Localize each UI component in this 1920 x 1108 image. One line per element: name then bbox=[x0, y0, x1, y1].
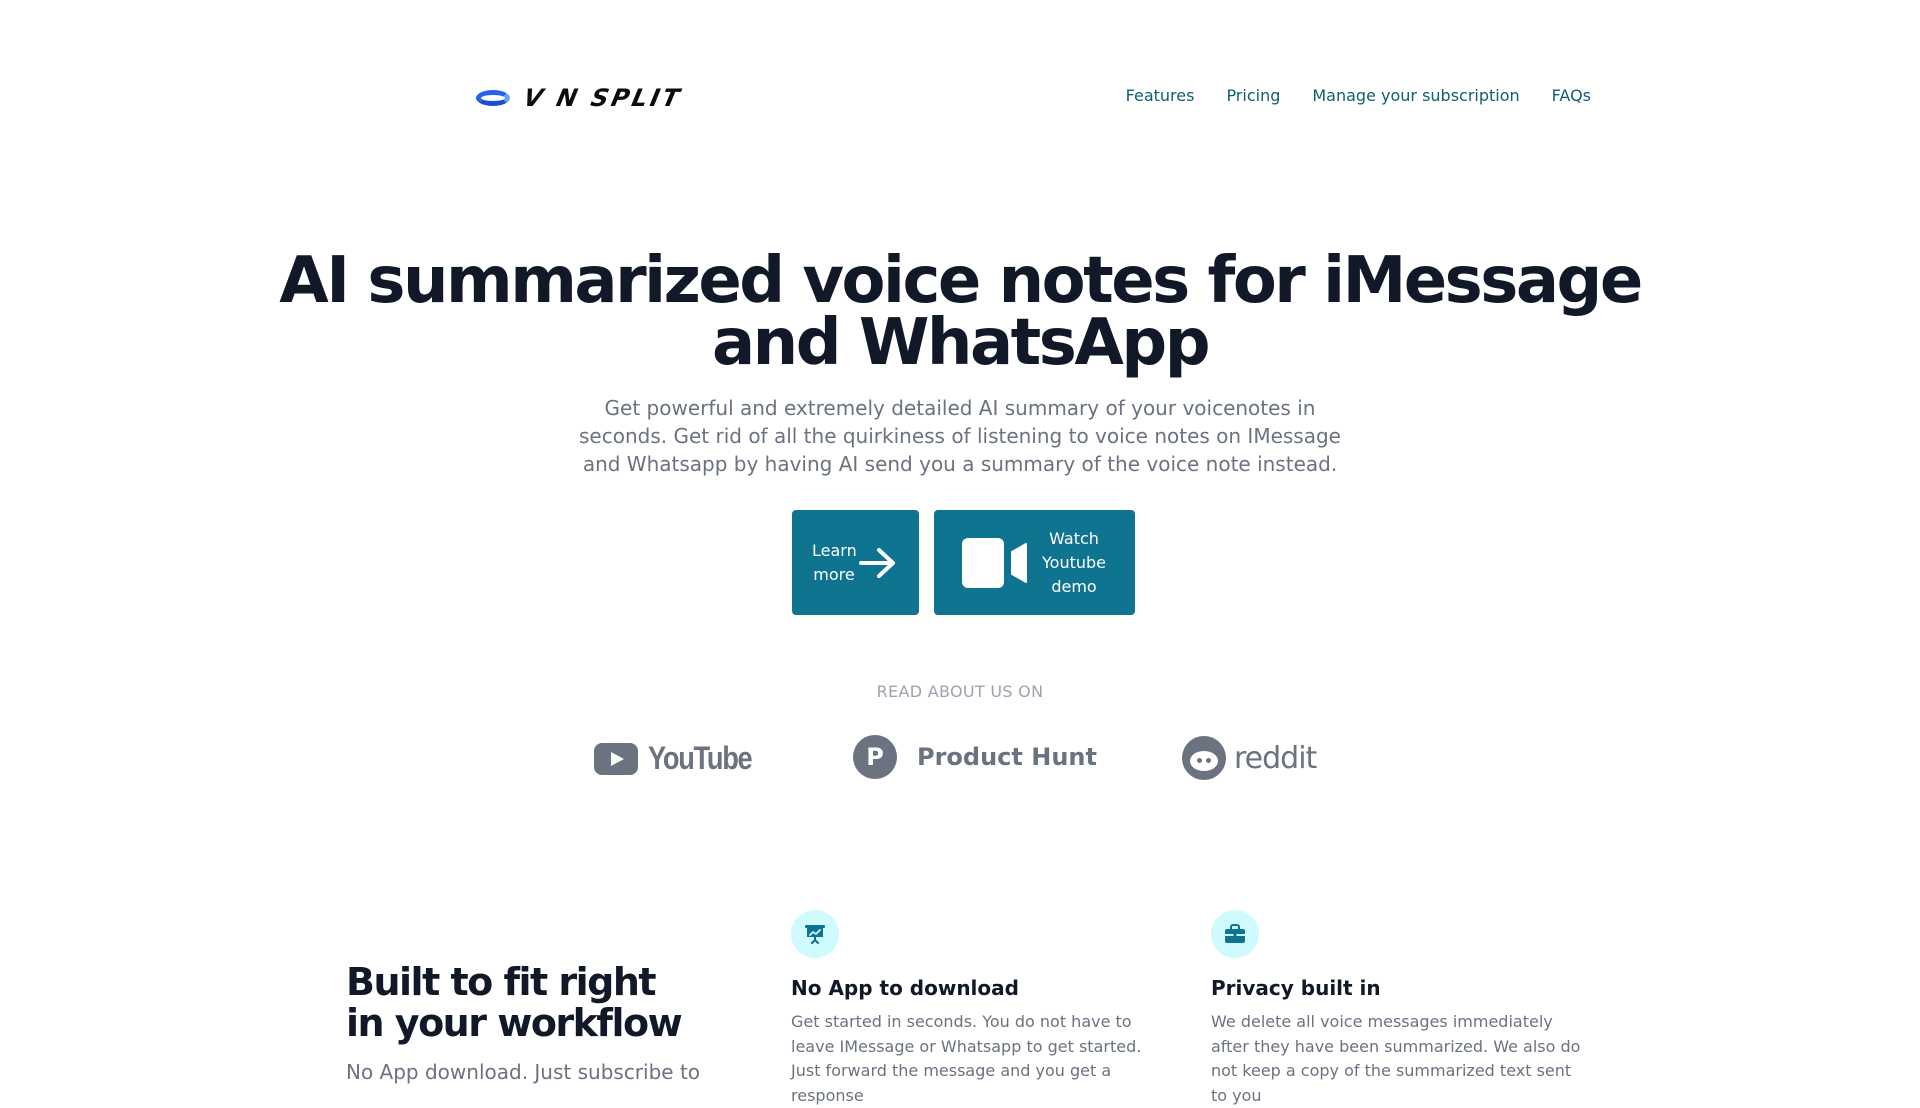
press-reddit[interactable]: reddit bbox=[1182, 736, 1317, 780]
brand-logo[interactable]: V N SPLIT bbox=[476, 84, 685, 112]
reddit-icon bbox=[1182, 736, 1226, 780]
product-hunt-icon: P bbox=[853, 735, 897, 779]
feature-title-no-app: No App to download bbox=[791, 976, 1019, 1000]
nav-features[interactable]: Features bbox=[1126, 86, 1195, 105]
nav-manage-subscription[interactable]: Manage your subscription bbox=[1312, 86, 1519, 105]
product-hunt-wordmark: Product Hunt bbox=[917, 743, 1097, 771]
hero-title: AI summarized voice notes for iMessage a… bbox=[0, 249, 1920, 375]
press-youtube[interactable]: YouTube bbox=[594, 740, 770, 777]
hero-subtitle: Get powerful and extremely detailed AI s… bbox=[579, 396, 1341, 476]
briefcase-icon bbox=[1211, 910, 1259, 958]
presentation-chart-icon bbox=[791, 910, 839, 958]
reddit-wordmark: reddit bbox=[1234, 740, 1317, 776]
watch-demo-label: Watch Youtube demo bbox=[1042, 528, 1106, 596]
arrow-right-icon bbox=[859, 547, 895, 578]
youtube-wordmark: YouTube bbox=[648, 740, 753, 776]
feature-title-privacy: Privacy built in bbox=[1211, 976, 1381, 1000]
feature-body-no-app: Get started in seconds. You do not have … bbox=[791, 1012, 1142, 1105]
features-title: Built to fit right in your workflow bbox=[346, 960, 683, 1045]
nav-pricing[interactable]: Pricing bbox=[1226, 86, 1280, 105]
logo-mark-icon bbox=[476, 90, 510, 106]
nav-faqs[interactable]: FAQs bbox=[1552, 86, 1591, 105]
press-heading: READ ABOUT US ON bbox=[876, 682, 1044, 701]
features-subtitle: No App download. Just subscribe to bbox=[346, 1060, 701, 1084]
watch-demo-button[interactable]: Watch Youtube demo bbox=[934, 510, 1135, 615]
feature-body-privacy: We delete all voice messages immediately… bbox=[1211, 1012, 1581, 1105]
learn-more-label: Learn more bbox=[812, 540, 857, 584]
brand-name: V N SPLIT bbox=[521, 84, 685, 112]
video-camera-icon bbox=[962, 537, 1027, 588]
learn-more-button[interactable]: Learn more bbox=[792, 510, 919, 615]
press-product-hunt[interactable]: P Product Hunt bbox=[853, 735, 1097, 779]
top-nav: Features Pricing Manage your subscriptio… bbox=[1126, 86, 1591, 105]
hero-title-line-2: and WhatsApp bbox=[711, 306, 1211, 380]
youtube-icon bbox=[594, 742, 638, 775]
